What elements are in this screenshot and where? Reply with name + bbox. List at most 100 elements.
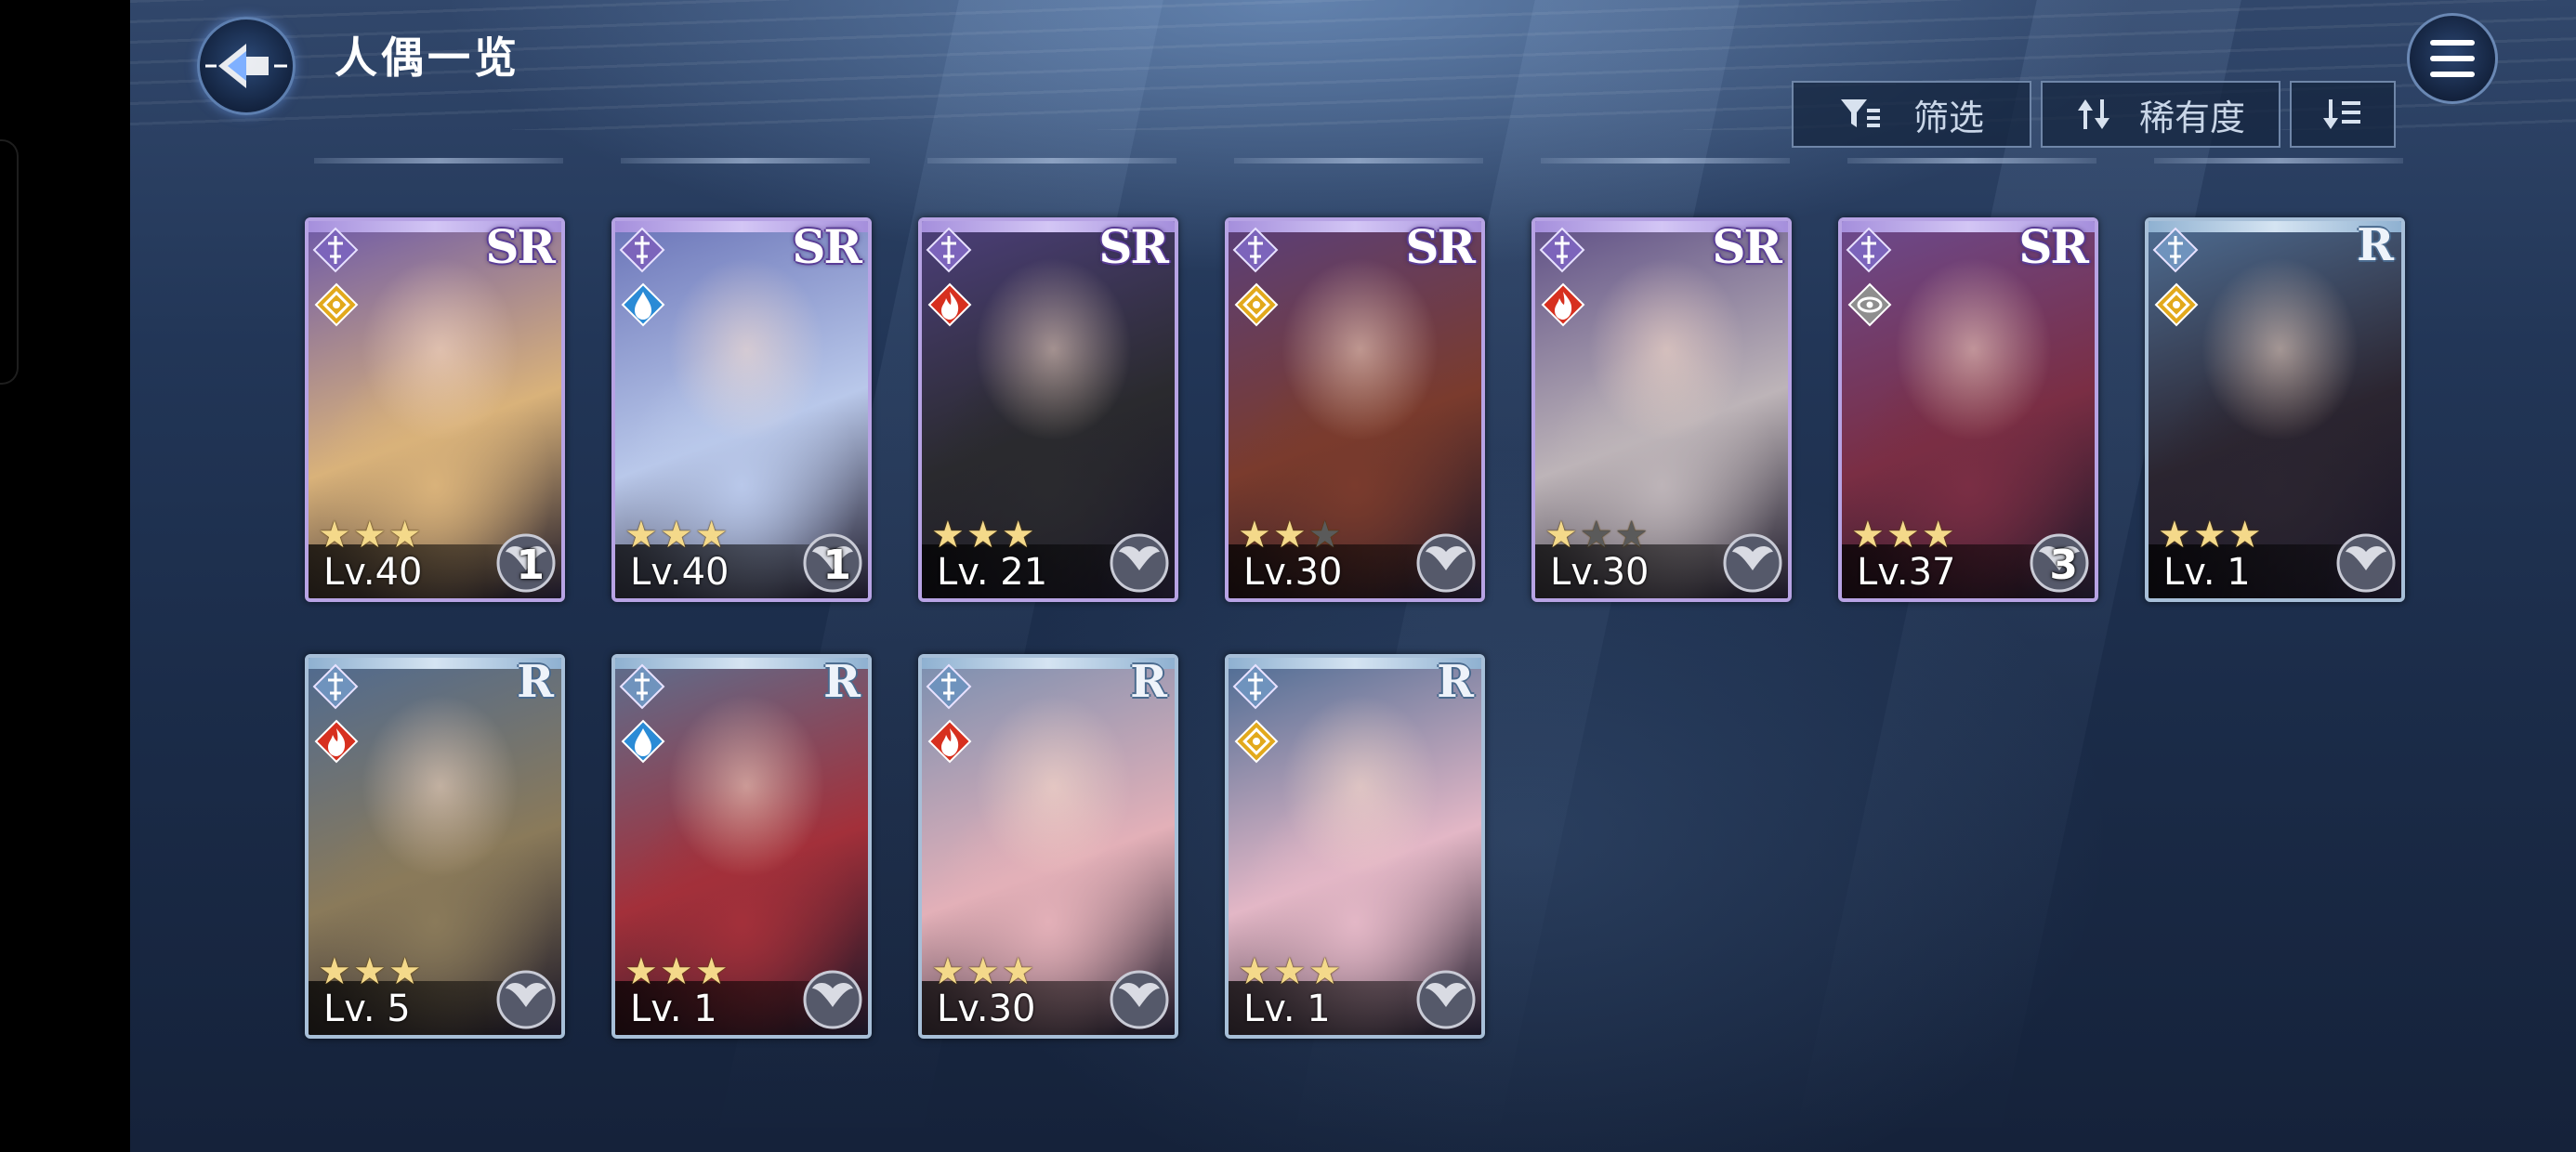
level-label: Lv.30 <box>1243 551 1343 594</box>
doll-card[interactable]: R ★ ★ ★ Lv. 1 <box>2145 217 2405 602</box>
bond-emblem-icon <box>1407 961 1481 1035</box>
level-label: Lv. 1 <box>630 988 717 1030</box>
rarity-label: SR <box>1712 219 1782 274</box>
screen-notch <box>0 139 19 385</box>
level-label: Lv. 1 <box>1243 988 1331 1030</box>
bond-emblem-icon <box>2327 524 2401 598</box>
bond-level: 3 <box>2049 542 2078 589</box>
star-icon: ★ <box>352 950 387 993</box>
bond-emblem-icon <box>794 961 868 1035</box>
level-label: Lv. 1 <box>2163 551 2251 594</box>
star-icon: ★ <box>1272 514 1307 556</box>
level-label: Lv.37 <box>1857 551 1956 594</box>
staff-class-icon <box>926 227 972 273</box>
rarity-label: SR <box>2018 219 2089 274</box>
sword-class-icon <box>2152 227 2199 273</box>
sword-class-icon <box>312 227 359 273</box>
sword-class-icon <box>1232 663 1279 710</box>
doll-card[interactable]: R ★ ★ ★ Lv.30 <box>918 654 1178 1039</box>
filter-icon <box>1840 99 1880 127</box>
filter-button[interactable]: 筛选 <box>1792 81 2031 148</box>
star-icon: ★ <box>388 950 422 993</box>
star-rating: ★ ★ ★ <box>624 953 729 990</box>
bond-emblem-icon <box>1714 524 1788 598</box>
star-icon: ★ <box>318 514 351 556</box>
doll-card[interactable]: SR ★ ★ ★ Lv.40 1 <box>305 217 565 602</box>
doll-card[interactable]: SR ★ ★ ★ Lv.30 <box>1531 217 1792 602</box>
menu-button[interactable] <box>2407 13 2498 104</box>
star-icon: ★ <box>1544 514 1578 556</box>
star-icon: ★ <box>1614 514 1649 556</box>
water-element-icon <box>621 719 665 764</box>
star-icon: ★ <box>659 514 693 556</box>
sort-label: 稀有度 <box>2138 97 2245 138</box>
water-element-icon <box>621 282 665 327</box>
doll-card[interactable]: SR ★ ★ ★ Lv. 21 <box>918 217 1178 602</box>
sort-order-icon <box>2323 99 2360 129</box>
tab-divider <box>2154 158 2403 164</box>
star-icon: ★ <box>1921 514 1955 556</box>
doll-card[interactable]: R ★ ★ ★ Lv. 1 <box>611 654 872 1039</box>
bond-level: 1 <box>516 542 545 589</box>
star-icon: ★ <box>2192 514 2227 556</box>
star-icon: ★ <box>1579 514 1613 556</box>
star-icon: ★ <box>1308 514 1342 556</box>
light-element-icon <box>1234 282 1279 327</box>
star-icon: ★ <box>318 950 351 993</box>
rarity-label: R <box>823 656 861 708</box>
tab-divider <box>621 158 870 164</box>
bond-level: 1 <box>822 542 851 589</box>
level-label: Lv.40 <box>323 551 423 594</box>
dark-element-icon <box>1847 282 1892 327</box>
back-button[interactable] <box>197 17 296 115</box>
level-label: Lv. 21 <box>937 551 1048 594</box>
star-icon: ★ <box>1272 950 1307 993</box>
doll-card[interactable]: SR ★ ★ ★ Lv.30 <box>1225 217 1485 602</box>
sword-class-icon <box>619 227 665 273</box>
page-title: 人偶一览 <box>335 33 520 83</box>
star-icon: ★ <box>694 514 729 556</box>
doll-card[interactable]: R ★ ★ ★ Lv. 5 <box>305 654 565 1039</box>
doll-card[interactable]: SR ★ ★ ★ Lv.37 3 <box>1838 217 2098 602</box>
sort-order-button[interactable] <box>2290 81 2396 148</box>
star-rating: ★ ★ ★ <box>2158 517 2262 554</box>
sword-class-icon <box>1232 227 1279 273</box>
star-icon: ★ <box>388 514 422 556</box>
star-icon: ★ <box>2158 514 2191 556</box>
level-label: Lv.40 <box>630 551 729 594</box>
star-icon: ★ <box>966 514 1000 556</box>
rarity-label: R <box>1130 656 1167 708</box>
star-icon: ★ <box>1238 950 1271 993</box>
star-icon: ★ <box>352 514 387 556</box>
star-icon: ★ <box>1308 950 1342 993</box>
star-rating: ★ ★ ★ <box>318 517 422 554</box>
level-label: Lv. 5 <box>323 988 411 1030</box>
tab-divider <box>1234 158 1483 164</box>
star-icon: ★ <box>624 514 658 556</box>
fire-element-icon <box>927 282 972 327</box>
bond-emblem-icon <box>1407 524 1481 598</box>
back-arrow-icon <box>205 44 287 88</box>
left-black-margin <box>0 0 130 1152</box>
doll-card[interactable]: R ★ ★ ★ Lv. 1 <box>1225 654 1485 1039</box>
rarity-label: SR <box>485 219 556 274</box>
sort-arrows-icon <box>2077 99 2109 129</box>
fire-element-icon <box>314 719 359 764</box>
bond-emblem-icon <box>1100 961 1175 1035</box>
star-icon: ★ <box>1886 514 1920 556</box>
rarity-label: SR <box>1405 219 1476 274</box>
sort-rarity-button[interactable]: 稀有度 <box>2041 81 2280 148</box>
bond-emblem-icon <box>487 961 561 1035</box>
star-icon: ★ <box>931 950 965 993</box>
doll-card[interactable]: SR ★ ★ ★ Lv.40 1 <box>611 217 872 602</box>
shield-class-icon <box>619 663 665 710</box>
shield-class-icon <box>1539 227 1585 273</box>
star-rating: ★ ★ ★ <box>1851 517 1955 554</box>
sword-class-icon <box>312 663 359 710</box>
star-icon: ★ <box>694 950 729 993</box>
level-label: Lv.30 <box>1550 551 1649 594</box>
star-icon: ★ <box>2228 514 2262 556</box>
star-icon: ★ <box>624 950 658 993</box>
star-icon: ★ <box>1851 514 1885 556</box>
hamburger-menu-icon <box>2430 40 2475 77</box>
